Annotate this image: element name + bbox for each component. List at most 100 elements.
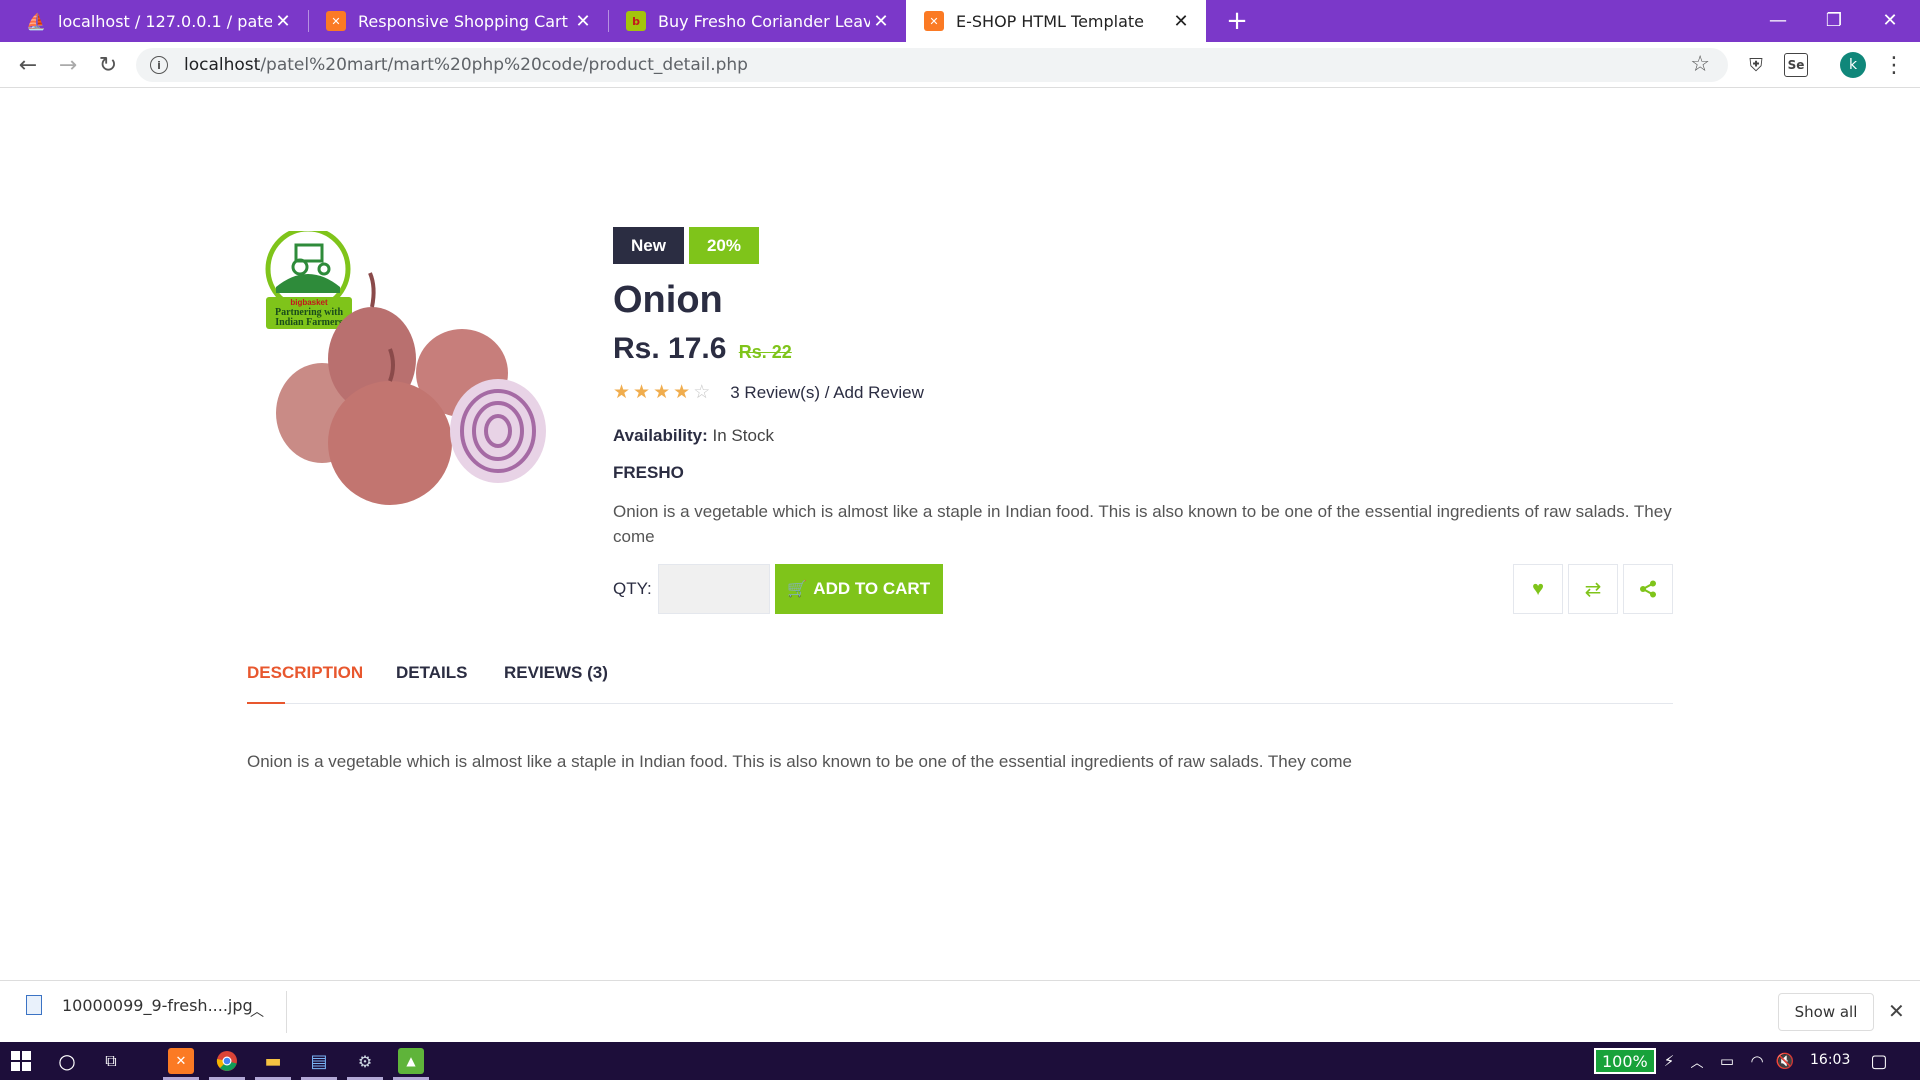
add-to-cart-button[interactable]: 🛒 ADD TO CART [774,564,943,614]
bigbasket-icon: b [626,11,646,31]
current-price: Rs. 17.6 [613,332,727,365]
compare-button[interactable]: ⇄ [1568,564,1618,614]
old-price: Rs. 22 [738,342,792,362]
windows-start-icon[interactable] [8,1048,34,1074]
folder-icon[interactable]: ▬ [260,1048,286,1074]
xampp-icon: ✕ [924,11,944,31]
rating-stars: ★ ★ ★ ★ ☆ [613,381,710,404]
tab-description-body: Onion is a vegetable which is almost lik… [247,752,1352,771]
battery-icon[interactable]: ▭ [1714,1048,1740,1074]
tab-title: E-SHOP HTML Template [956,11,1145,31]
download-item[interactable]: 10000099_9-fresh....jpg [26,995,253,1015]
search-circle-icon[interactable]: ○ [54,1048,80,1074]
image-editor-icon[interactable]: ▲ [398,1048,424,1074]
exchange-icon: ⇄ [1584,578,1602,601]
wishlist-button[interactable]: ♥ [1513,564,1563,614]
task-view-icon[interactable]: ⧉ [98,1048,124,1074]
share-button[interactable] [1623,564,1673,614]
chrome-icon[interactable] [214,1048,240,1074]
wifi-icon[interactable]: ◠ [1744,1048,1770,1074]
chevron-up-icon[interactable]: ︿ [250,1001,264,1021]
app-icon[interactable]: ⚙ [352,1048,378,1074]
tab-title: Buy Fresho Coriander Leaves 500 [658,11,870,31]
power-plug-icon[interactable]: ⚡ [1656,1048,1682,1074]
bookmark-star-icon[interactable]: ☆ [1690,52,1710,77]
close-icon[interactable]: ✕ [1170,10,1192,32]
close-icon[interactable]: ✕ [572,10,594,32]
minimize-button[interactable]: — [1748,0,1808,40]
star-empty-icon: ☆ [693,382,711,403]
browser-tab-eshop[interactable]: ✕ E-SHOP HTML Template ✕ [906,0,1206,42]
reload-button[interactable]: ↻ [92,50,124,80]
tab-reviews[interactable]: REVIEWS (3) [504,663,608,703]
browser-toolbar: ← → ↻ i localhost/patel%20mart/mart%20ph… [0,42,1920,88]
url-host: localhost [184,55,261,75]
close-icon[interactable]: ✕ [1888,999,1905,1023]
volume-muted-icon[interactable]: 🔇 [1772,1048,1798,1074]
product-tabs: DESCRIPTION DETAILS REVIEWS (3) [247,663,1673,704]
reviews-link[interactable]: 3 Review(s) / Add Review [730,383,924,403]
tab-title: localhost / 127.0.0.1 / patel_mart [58,11,272,31]
download-bar: 10000099_9-fresh....jpg ︿ Show all ✕ [0,980,1920,1042]
star-filled-icon: ★ [613,382,631,403]
badge-line-2: Indian Farmers [275,317,343,328]
availability-label: Availability: [613,426,708,445]
profile-avatar[interactable]: k [1840,52,1866,78]
restore-button[interactable]: ❐ [1804,0,1864,40]
product-title: Onion [613,279,723,321]
battery-indicator[interactable]: 100% [1594,1048,1656,1074]
product-short-description: Onion is a vegetable which is almost lik… [613,502,1672,546]
discount-badge: 20% [688,227,759,264]
star-filled-icon: ★ [633,382,651,403]
heart-icon: ♥ [1532,577,1544,600]
show-all-downloads-button[interactable]: Show all [1778,993,1874,1031]
close-icon[interactable]: ✕ [870,10,892,32]
phpmyadmin-icon: ⛵ [26,11,46,31]
url-path: /patel%20mart/mart%20php%20code/product_… [260,55,748,75]
add-to-cart-label: ADD TO CART [813,579,931,598]
tab-title: Responsive Shopping Cart [358,11,568,31]
star-filled-icon: ★ [673,382,691,403]
quantity-input[interactable] [657,564,770,614]
forward-button[interactable]: → [52,50,84,80]
tab-details[interactable]: DETAILS [396,663,467,703]
window-close-button[interactable]: ✕ [1860,0,1920,40]
qty-label: QTY: [613,579,652,598]
browser-menu-icon[interactable]: ⋮ [1882,53,1906,78]
download-file-name: 10000099_9-fresh....jpg [62,995,253,1015]
availability: Availability: In Stock [613,426,774,446]
badge-brand-text: bigbasket [290,298,328,307]
share-icon [1640,580,1656,598]
browser-tab-bigbasket[interactable]: b Buy Fresho Coriander Leaves 500 ✕ [608,0,906,42]
product-actions: ♥ ⇄ [1513,564,1673,614]
selenium-extension-icon[interactable]: Se [1784,53,1808,77]
address-bar[interactable]: i localhost/patel%20mart/mart%20php%20co… [136,48,1728,82]
cart-icon: 🛒 [787,581,808,598]
url-text[interactable]: localhost/patel%20mart/mart%20php%20code… [184,55,748,75]
notepad-icon[interactable]: ▤ [306,1048,332,1074]
chevron-up-icon[interactable]: ︿ [1684,1048,1710,1074]
product-image[interactable]: bigbasket Partnering with Indian Farmers [262,231,572,531]
site-info-icon[interactable]: i [150,56,168,74]
product-price: Rs. 17.6 Rs. 22 [613,332,792,366]
availability-value: In Stock [712,426,774,445]
windows-taskbar: ○ ⧉ ✕ ▬ ▤ ⚙ ▲ 100% ⚡ ︿ ▭ ◠ 🔇 16:03 ▢ [0,1042,1920,1080]
back-button[interactable]: ← [12,50,44,80]
product-brand: FRESHO [613,463,684,482]
xampp-icon: ✕ [326,11,346,31]
shield-extension-icon[interactable]: ⛨ [1744,53,1768,77]
add-to-cart-form: QTY: 🛒 ADD TO CART [613,564,943,614]
product-badges: New 20% [613,227,759,264]
xampp-icon[interactable]: ✕ [168,1048,194,1074]
browser-tab-shopping-cart[interactable]: ✕ Responsive Shopping Cart ✕ [308,0,608,42]
close-icon[interactable]: ✕ [272,10,294,32]
tab-description[interactable]: DESCRIPTION [247,663,363,704]
product-detail-page: bigbasket Partnering with Indian Farmers… [0,89,1920,980]
product-rating: ★ ★ ★ ★ ☆ 3 Review(s) / Add Review [613,381,924,404]
star-filled-icon: ★ [653,382,671,403]
browser-tab-phpmyadmin[interactable]: ⛵ localhost / 127.0.0.1 / patel_mart ✕ [8,0,308,42]
clock[interactable]: 16:03 [1810,1052,1850,1068]
new-tab-button[interactable]: + [1222,6,1252,36]
notification-icon[interactable]: ▢ [1866,1048,1892,1074]
browser-tab-strip: ⛵ localhost / 127.0.0.1 / patel_mart ✕ ✕… [0,0,1920,42]
